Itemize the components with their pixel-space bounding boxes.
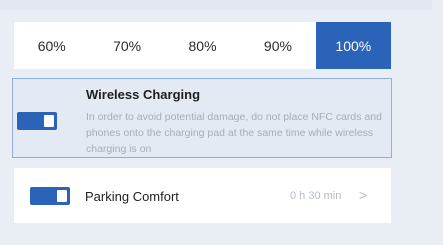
charge-option-80[interactable]: 80% xyxy=(165,22,240,69)
wireless-charging-card: Wireless Charging In order to avoid pote… xyxy=(12,78,392,158)
toggle-knob xyxy=(57,190,67,202)
parking-comfort-title: Parking Comfort xyxy=(85,189,179,204)
scrollbar-track[interactable] xyxy=(432,0,443,245)
parking-comfort-row[interactable]: Parking Comfort 0 h 30 min > xyxy=(14,168,391,223)
toggle-knob xyxy=(44,115,54,127)
charge-option-70[interactable]: 70% xyxy=(89,22,164,69)
wireless-charging-toggle[interactable] xyxy=(17,112,57,130)
parking-comfort-toggle[interactable] xyxy=(30,187,70,205)
charge-option-100[interactable]: 100% xyxy=(315,22,392,69)
wireless-charging-title: Wireless Charging xyxy=(86,87,201,102)
charge-limit-selector: 60% 70% 80% 90% 100% xyxy=(14,22,392,69)
charge-option-90[interactable]: 90% xyxy=(240,22,315,69)
parking-comfort-value: 0 h 30 min xyxy=(290,190,342,202)
chevron-right-icon[interactable]: > xyxy=(359,187,367,203)
top-strip xyxy=(0,0,443,10)
header-faded-text xyxy=(14,0,164,6)
wireless-charging-description: In order to avoid potential damage, do n… xyxy=(86,111,382,155)
charge-option-60[interactable]: 60% xyxy=(14,22,89,69)
